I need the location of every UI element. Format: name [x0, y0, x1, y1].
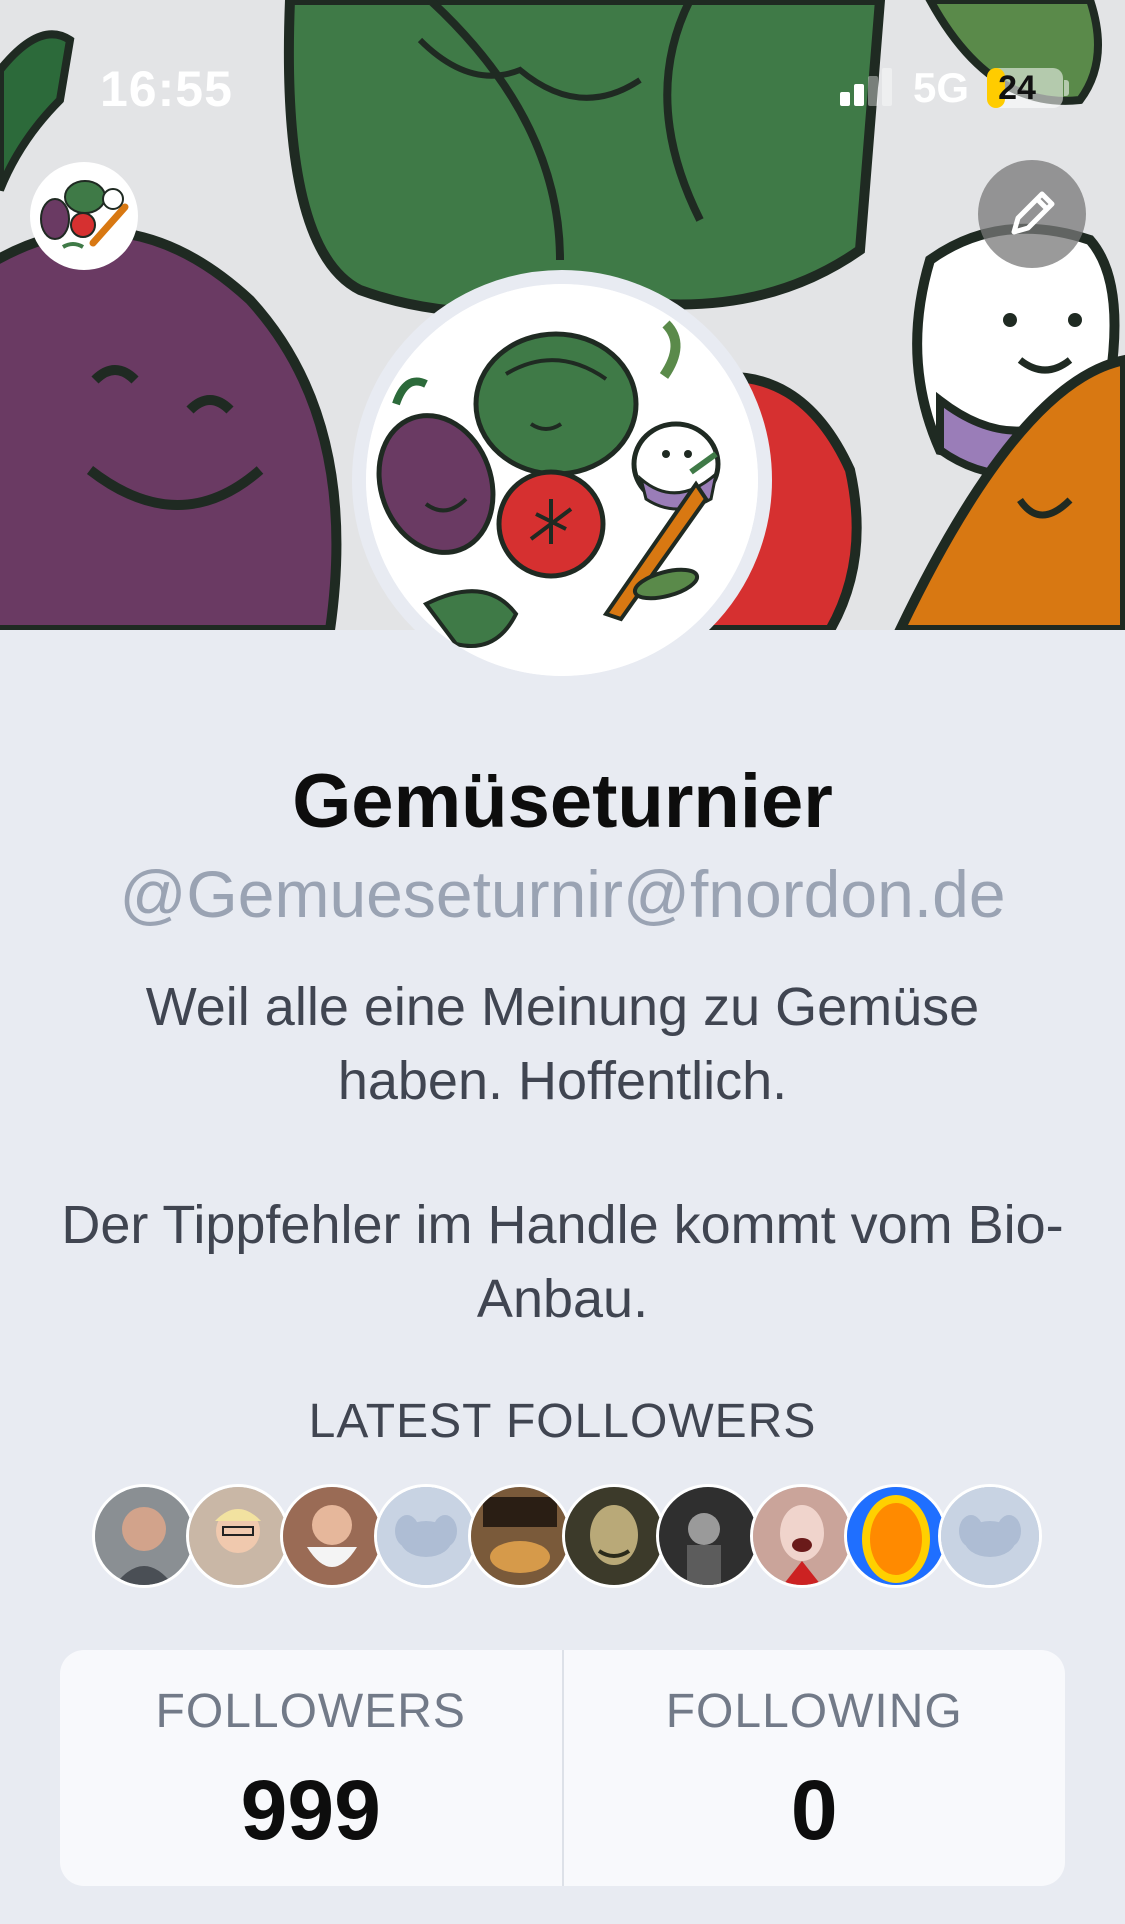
- follower-avatar[interactable]: [186, 1484, 290, 1588]
- painted-face-avatar-icon: [565, 1487, 663, 1585]
- vegetable-logo-icon: [33, 165, 135, 267]
- person-avatar-icon: [189, 1487, 287, 1585]
- latest-followers-list: [92, 1484, 1042, 1588]
- following-label: FOLLOWING: [665, 1685, 963, 1738]
- profile-bio: Weil alle eine Meinung zu Gemüse haben. …: [60, 970, 1065, 1336]
- food-sign-avatar-icon: [471, 1487, 569, 1585]
- profile-stats: FOLLOWERS 999 FOLLOWING 0: [60, 1650, 1065, 1886]
- mastodon-default-avatar-icon: [941, 1487, 1039, 1585]
- battery-icon: 24: [987, 68, 1063, 108]
- bio-line-1: Weil alle eine Meinung zu Gemüse haben. …: [145, 977, 980, 1111]
- follower-avatar[interactable]: [844, 1484, 948, 1588]
- follower-avatar[interactable]: [562, 1484, 666, 1588]
- profile-handle: @Gemueseturnir@fnordon.de: [119, 857, 1006, 931]
- status-time: 16:55: [100, 61, 233, 117]
- person-avatar-icon: [753, 1487, 851, 1585]
- person-avatar-icon: [283, 1487, 381, 1585]
- followers-count: 999: [240, 1763, 381, 1857]
- follower-avatar[interactable]: [468, 1484, 572, 1588]
- battery-level: 24: [998, 69, 1036, 107]
- followers-label: FOLLOWERS: [155, 1685, 466, 1738]
- pencil-icon: [1011, 191, 1055, 235]
- bio-line-2: Der Tippfehler im Handle kommt vom Bio-A…: [61, 1195, 1064, 1329]
- thermal-avatar-icon: [847, 1487, 945, 1585]
- edit-profile-button[interactable]: [978, 160, 1086, 268]
- profile-display-name: Gemüseturnier: [292, 759, 833, 844]
- following-count: 0: [790, 1763, 838, 1857]
- person-avatar-icon: [659, 1487, 757, 1585]
- follower-avatar[interactable]: [938, 1484, 1042, 1588]
- vegetable-avatar-illustration: [366, 284, 758, 676]
- follower-avatar[interactable]: [656, 1484, 760, 1588]
- signal-strength-icon: [838, 66, 898, 106]
- follower-avatar[interactable]: [750, 1484, 854, 1588]
- following-stat[interactable]: FOLLOWING 0: [561, 1650, 1066, 1886]
- profile-avatar[interactable]: [352, 270, 772, 690]
- small-avatar[interactable]: [30, 162, 138, 270]
- follower-avatar[interactable]: [92, 1484, 196, 1588]
- battery-tip: [1064, 80, 1069, 96]
- person-avatar-icon: [95, 1487, 193, 1585]
- followers-stat[interactable]: FOLLOWERS 999: [60, 1650, 562, 1886]
- follower-avatar[interactable]: [280, 1484, 384, 1588]
- network-type: 5G: [913, 64, 970, 111]
- latest-followers-heading: LATEST FOLLOWERS: [308, 1395, 817, 1448]
- follower-avatar[interactable]: [374, 1484, 478, 1588]
- status-bar: 16:55 5G 24: [0, 0, 1125, 180]
- mastodon-default-avatar-icon: [377, 1487, 475, 1585]
